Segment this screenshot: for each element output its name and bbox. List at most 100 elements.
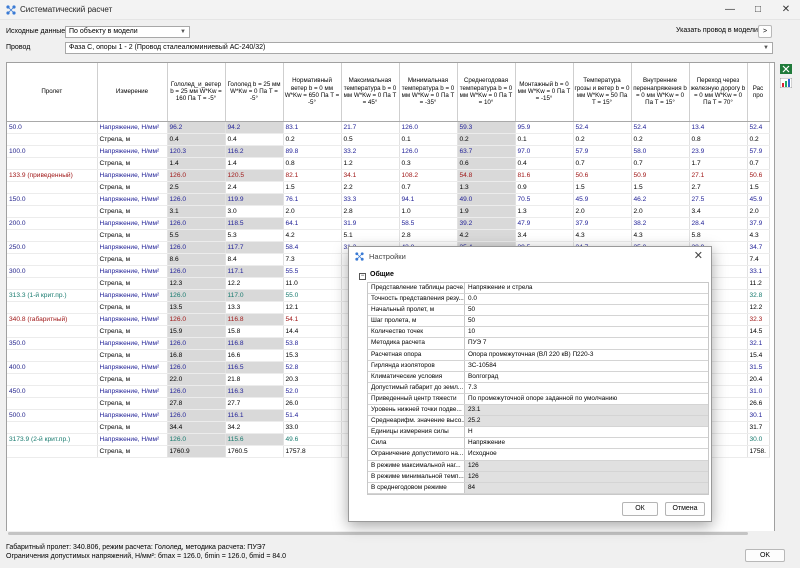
dialog-close-icon[interactable]: ✕ xyxy=(694,249,703,262)
value-cell: 0.2 xyxy=(747,133,770,146)
value-cell: 34.1 xyxy=(341,169,400,182)
property-row[interactable]: Количество точек 10 xyxy=(368,327,708,339)
property-name: Уровень нижней точки подве... xyxy=(368,405,465,416)
property-row[interactable]: Сила Напряжение xyxy=(368,438,708,450)
value-cell: 0.7 xyxy=(573,157,632,170)
column-header[interactable]: Среднегодовая температура b = 0 мм W*Kw … xyxy=(457,63,516,122)
property-value[interactable]: 50 xyxy=(465,305,708,315)
pick-wire-button[interactable]: > xyxy=(758,25,772,38)
column-header[interactable]: Переход через железную дорогу b = 0 мм W… xyxy=(689,63,748,122)
measure-cell: Напряжение, Н/мм² xyxy=(97,409,168,422)
table-row[interactable]: 150.0 Напряжение, Н/мм² 126.0 119.9 76.1 33.3… xyxy=(7,193,770,206)
column-header[interactable]: Температура грозы и ветер b = 0 мм W*Kw … xyxy=(573,63,632,122)
column-header[interactable]: Внутренние перенапряжения b = 0 мм W*Kw … xyxy=(631,63,690,122)
property-row[interactable]: Гирлянда изоляторов ЗС-10584 xyxy=(368,360,708,372)
property-name: Допустимый габарит до земл... xyxy=(368,382,465,393)
property-value[interactable]: ПУЭ 7 xyxy=(465,338,708,348)
horizontal-scrollbar[interactable] xyxy=(6,531,775,536)
export-excel-icon[interactable] xyxy=(780,64,792,74)
maximize-icon[interactable]: □ xyxy=(744,0,772,20)
dialog-ok-button[interactable]: ОК xyxy=(622,502,658,516)
value-cell: 126.0 xyxy=(167,289,226,302)
value-cell: 13.3 xyxy=(225,301,284,314)
collapse-icon[interactable]: − xyxy=(359,273,366,280)
table-row[interactable]: 50.0 Напряжение, Н/мм² 96.2 94.2 83.1 21.7 126… xyxy=(7,121,770,134)
dialog-cancel-button[interactable]: Отмена xyxy=(665,502,705,516)
property-row[interactable]: Климатические условия Волгоград xyxy=(368,371,708,383)
measure-cell: Стрела, м xyxy=(97,445,168,458)
scroll-thumb[interactable] xyxy=(8,532,748,535)
property-row[interactable]: Ограничение допустимого на... Исходное xyxy=(368,449,708,461)
value-cell: 15.9 xyxy=(167,325,226,338)
property-row[interactable]: В среднегодовом режиме 84 xyxy=(368,482,708,494)
property-value[interactable]: По промежуточной опоре заданной по умолч… xyxy=(465,394,708,404)
property-value[interactable]: Опора промежуточная (ВЛ 220 кВ) П220-3 xyxy=(465,350,708,360)
value-cell: 1.5 xyxy=(747,181,770,194)
property-row[interactable]: Единицы измерения силы Н xyxy=(368,427,708,439)
column-header[interactable]: Рас про xyxy=(747,63,770,122)
column-header[interactable]: Гололед_и_ветер b = 25 мм W*Kw = 160 Па … xyxy=(167,63,226,122)
measure-cell: Напряжение, Н/мм² xyxy=(97,337,168,350)
property-row[interactable]: Уровень нижней точки подве... 23.1 xyxy=(368,405,708,417)
value-cell: 5.8 xyxy=(689,229,748,242)
table-row[interactable]: 133.9 (приведенный) Напряжение, Н/мм² 126.… xyxy=(7,169,770,182)
minimize-icon[interactable]: — xyxy=(716,0,744,20)
property-row[interactable]: Методика расчета ПУЭ 7 xyxy=(368,338,708,350)
column-header[interactable]: Монтажный b = 0 мм W*Kw = 0 Па T = -15° xyxy=(515,63,574,122)
property-value[interactable]: ЗС-10584 xyxy=(465,361,708,371)
column-header[interactable]: Минимальная температура b = 0 мм W*Kw = … xyxy=(399,63,458,122)
table-row[interactable]: Стрела, м 1.4 1.4 0.8 1.2 0.3 0.6 0.4 0.7 0.7 1.7 0… xyxy=(7,157,770,170)
property-value[interactable]: Напряжение xyxy=(465,438,708,448)
table-row[interactable]: Стрела, м 3.1 3.0 2.0 2.8 1.0 1.9 1.3 2.0 2.0 3.4 2… xyxy=(7,205,770,218)
property-value[interactable]: Исходное xyxy=(465,449,708,459)
span-cell xyxy=(7,325,98,338)
wire-select[interactable]: Фаза С, опоры 1 - 2 (Провод сталеалюмини… xyxy=(65,42,773,54)
value-cell: 14.4 xyxy=(283,325,342,338)
value-cell: 26.6 xyxy=(747,397,770,410)
source-select[interactable]: По объекту в модели ▼ xyxy=(65,26,190,38)
column-header[interactable]: Нормативный ветер b = 0 мм W*Kw = 650 Па… xyxy=(283,63,342,122)
ok-button[interactable]: OK xyxy=(745,549,785,562)
property-row[interactable]: Приведенный центр тяжести По промежуточно… xyxy=(368,393,708,406)
column-header[interactable]: Гололед b = 25 мм W*Kw = 0 Па T = -5° xyxy=(225,63,284,122)
column-header[interactable]: Измерение xyxy=(97,63,168,122)
property-value[interactable]: Н xyxy=(465,427,708,437)
property-grid[interactable]: Представление таблицы расче... Напряжение… xyxy=(367,282,709,495)
property-row[interactable]: В режиме максимальной наг... 126 xyxy=(368,460,708,472)
property-row[interactable]: Начальный пролет, м 50 xyxy=(368,305,708,317)
table-row[interactable]: Стрела, м 2.5 2.4 1.5 2.2 0.7 1.3 0.9 1.5 1.5 2.7 1… xyxy=(7,181,770,194)
chart-icon[interactable] xyxy=(780,78,792,88)
property-row[interactable]: В режиме минимальной темп... 126 xyxy=(368,471,708,483)
property-name: В среднегодовом режиме xyxy=(368,482,465,493)
table-row[interactable]: 200.0 Напряжение, Н/мм² 126.0 118.5 64.1 31.9… xyxy=(7,217,770,230)
property-name: Количество точек xyxy=(368,327,465,338)
property-row[interactable]: Расчетная опора Опора промежуточная (ВЛ 2… xyxy=(368,349,708,361)
section-header[interactable]: − Общие xyxy=(359,271,394,280)
value-cell: 45.9 xyxy=(573,193,632,206)
value-cell: 120.5 xyxy=(225,169,284,182)
value-cell: 31.9 xyxy=(341,217,400,230)
property-value[interactable]: 0.0 xyxy=(465,294,708,304)
property-value: 126 xyxy=(465,460,708,471)
column-header[interactable]: Пролет xyxy=(7,63,98,122)
value-cell: 0.4 xyxy=(515,157,574,170)
property-value[interactable]: 7.3 xyxy=(465,383,708,393)
property-row[interactable]: Шаг пролета, м 50 xyxy=(368,316,708,328)
property-value[interactable]: Напряжение и стрела xyxy=(465,283,708,293)
value-cell: 14.5 xyxy=(747,325,770,338)
property-row[interactable]: Представление таблицы расче... Напряжение… xyxy=(368,283,708,295)
property-row[interactable]: Точность представления резу... 0.0 xyxy=(368,294,708,306)
close-icon[interactable]: ✕ xyxy=(772,0,800,20)
property-value[interactable]: Волгоград xyxy=(465,372,708,382)
value-cell: 53.8 xyxy=(283,337,342,350)
value-cell: 96.2 xyxy=(167,121,226,134)
span-cell: 300.0 xyxy=(7,265,98,278)
property-value[interactable]: 50 xyxy=(465,316,708,326)
property-row[interactable]: Допустимый габарит до земл... 7.3 xyxy=(368,382,708,394)
property-row[interactable]: Среднеарифм. значение высо... 25.2 xyxy=(368,416,708,428)
table-row[interactable]: Стрела, м 0.4 0.4 0.2 0.5 0.1 0.2 0.1 0.2 0.2 0.8 0… xyxy=(7,133,770,146)
table-row[interactable]: 100.0 Напряжение, Н/мм² 120.3 116.2 89.8 33.2… xyxy=(7,145,770,158)
table-row[interactable]: Стрела, м 5.5 5.3 4.2 5.1 2.8 4.2 3.4 4.3 4.3 5.8 4… xyxy=(7,229,770,242)
property-value[interactable]: 10 xyxy=(465,327,708,337)
column-header[interactable]: Максимальная температура b = 0 мм W*Kw =… xyxy=(341,63,400,122)
